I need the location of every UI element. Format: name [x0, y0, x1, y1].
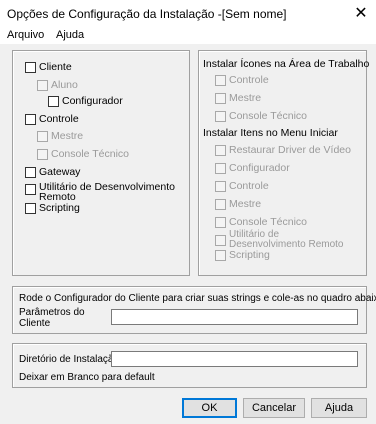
- client-params-label: Parâmetros do Cliente: [19, 307, 85, 329]
- menu-arquivo[interactable]: Arquivo: [7, 29, 44, 41]
- install-dir-input[interactable]: [111, 351, 358, 367]
- checkbox-gateway[interactable]: [25, 167, 36, 178]
- client-params-instruction: Rode o Configurador do Cliente para cria…: [19, 293, 376, 304]
- label-console-tecnico: Console Técnico: [51, 148, 130, 160]
- checkbox-mestre: [37, 131, 48, 142]
- checkbox-aluno: [37, 80, 48, 91]
- checkbox-menu-console-tecnico: [215, 217, 226, 228]
- label-menu-utilitario: Utilitário de Desenvolvimento Remoto: [229, 229, 344, 250]
- checkbox-desktop-console-tecnico: [215, 111, 226, 122]
- install-dir-label: Diretório de Instalação: [19, 354, 120, 365]
- label-menu-configurador: Configurador: [229, 162, 290, 174]
- label-desktop-mestre: Mestre: [229, 92, 262, 104]
- label-desktop-console-tecnico: Console Técnico: [229, 110, 308, 122]
- checkbox-menu-controle: [215, 181, 226, 192]
- label-desktop-controle: Controle: [229, 74, 269, 86]
- checkbox-desktop-mestre: [215, 93, 226, 104]
- menu-ajuda[interactable]: Ajuda: [56, 29, 84, 41]
- help-button[interactable]: Ajuda: [311, 398, 367, 418]
- label-mestre: Mestre: [51, 130, 84, 142]
- checkbox-configurador[interactable]: [48, 96, 59, 107]
- label-aluno: Aluno: [51, 79, 78, 91]
- desktop-icons-header: Instalar Ícones na Área de Trabalho: [203, 58, 370, 70]
- label-menu-scripting: Scripting: [229, 249, 270, 261]
- checkbox-menu-mestre: [215, 199, 226, 210]
- checkbox-desktop-controle: [215, 75, 226, 86]
- close-icon[interactable]: ✕: [346, 0, 376, 28]
- label-menu-console-tecnico: Console Técnico: [229, 216, 308, 228]
- checkbox-controle[interactable]: [25, 114, 36, 125]
- checkbox-scripting[interactable]: [25, 203, 36, 214]
- setup-options-dialog: Opções de Configuração da Instalação -[S…: [0, 0, 376, 424]
- label-scripting: Scripting: [39, 202, 80, 214]
- cancel-button[interactable]: Cancelar: [243, 398, 305, 418]
- install-dir-hint: Deixar em Branco para default: [19, 372, 155, 383]
- label-menu-restaurar-driver: Restaurar Driver de Vídeo: [229, 144, 351, 156]
- start-menu-header: Instalar Itens no Menu Iniciar: [203, 127, 338, 139]
- label-menu-mestre: Mestre: [229, 198, 262, 210]
- menu-bar: Arquivo Ajuda: [0, 28, 376, 44]
- client-params-input[interactable]: [111, 309, 358, 325]
- label-cliente: Cliente: [39, 61, 72, 73]
- checkbox-console-tecnico: [37, 149, 48, 160]
- checkbox-menu-configurador: [215, 163, 226, 174]
- label-utilitario-desenvolvimento-remoto: Utilitário de Desenvolvimento Remoto: [39, 181, 175, 203]
- checkbox-utilitario-desenvolvimento-remoto[interactable]: [25, 184, 36, 195]
- checkbox-menu-utilitario: [215, 235, 226, 246]
- ok-button[interactable]: OK: [182, 398, 237, 418]
- label-controle: Controle: [39, 113, 79, 125]
- title-bar: Opções de Configuração da Instalação -[S…: [0, 0, 376, 28]
- label-configurador: Configurador: [62, 95, 123, 107]
- checkbox-cliente[interactable]: [25, 62, 36, 73]
- window-title: Opções de Configuração da Instalação -[S…: [7, 7, 287, 21]
- label-menu-controle: Controle: [229, 180, 269, 192]
- label-gateway: Gateway: [39, 166, 81, 178]
- checkbox-menu-scripting: [215, 250, 226, 261]
- checkbox-menu-restaurar-driver: [215, 145, 226, 156]
